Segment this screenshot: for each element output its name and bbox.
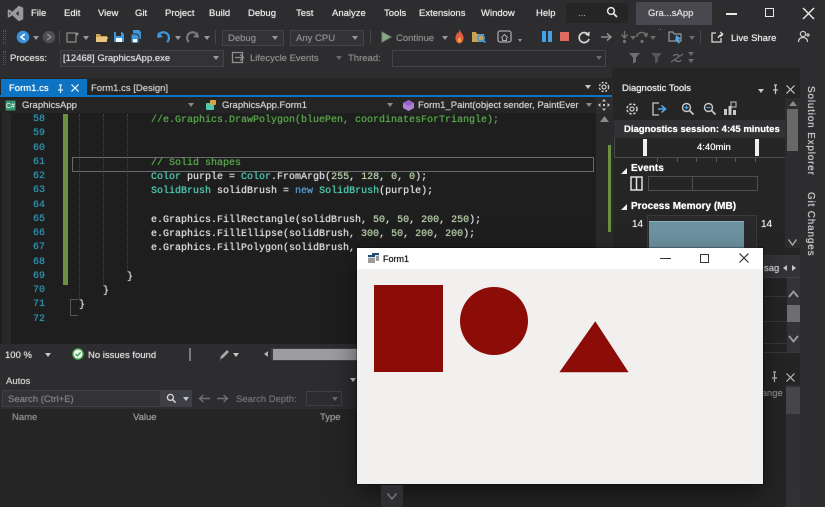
svg-text:C#: C# xyxy=(6,103,15,110)
